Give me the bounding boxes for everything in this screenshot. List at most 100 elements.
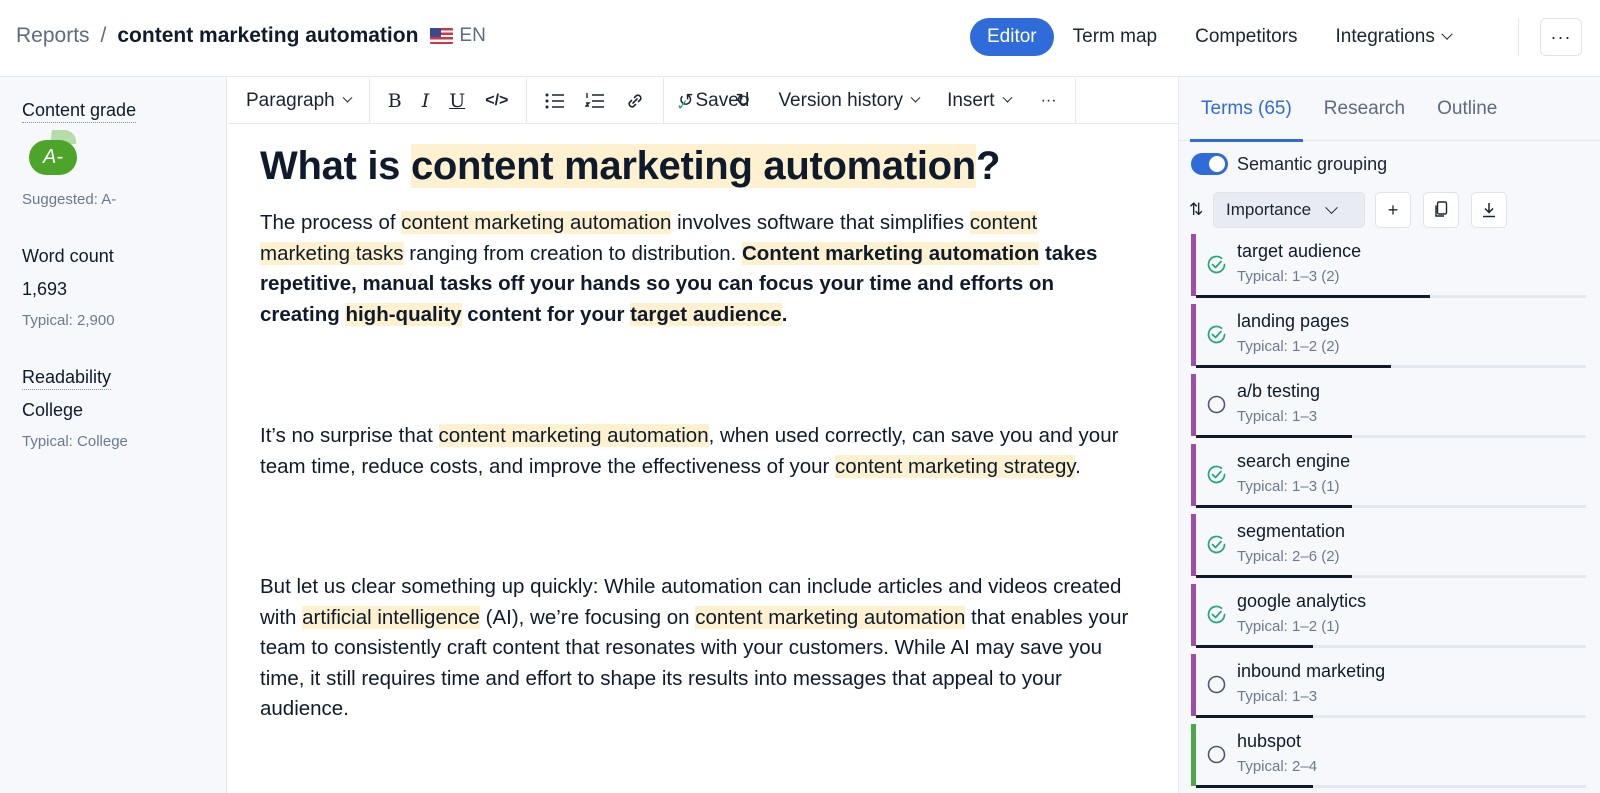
- top-bar: Reports / content marketing automation E…: [0, 0, 1600, 77]
- insert-dropdown[interactable]: Insert: [937, 84, 1021, 118]
- sort-icon[interactable]: ⇅: [1189, 200, 1211, 220]
- term-item[interactable]: landing pages Typical: 1–2 (2): [1191, 302, 1591, 372]
- toolbar-more-button[interactable]: ···: [1031, 84, 1067, 118]
- divider: [1518, 18, 1519, 56]
- insert-label: Insert: [947, 89, 995, 111]
- toolbar-group-format: Paragraph: [228, 77, 370, 124]
- version-history-dropdown[interactable]: Version history: [768, 84, 929, 118]
- numbered-list-icon: [585, 92, 605, 108]
- nav-term-map[interactable]: Term map: [1054, 18, 1176, 56]
- link-button[interactable]: [615, 84, 655, 118]
- word-count-typical: Typical: 2,900: [22, 312, 115, 329]
- term-usage-bar: [1196, 715, 1586, 718]
- heading-text: ?: [975, 144, 1001, 188]
- numbered-list-button[interactable]: [575, 84, 615, 118]
- readability-label[interactable]: Readability: [22, 367, 112, 390]
- check-circle-icon: [1206, 254, 1227, 275]
- term-group-stripe: [1191, 514, 1196, 576]
- term-typical: Typical: 1–3 (1): [1237, 478, 1340, 495]
- text: It’s no surprise that: [260, 424, 439, 447]
- term-item[interactable]: google analytics Typical: 1–2 (1): [1191, 582, 1591, 652]
- term-highlight: high-quality: [345, 302, 462, 326]
- term-usage-fill: [1196, 365, 1391, 368]
- word-count-label: Word count: [22, 246, 114, 266]
- term-usage-fill: [1196, 785, 1313, 788]
- language-label[interactable]: EN: [459, 25, 485, 47]
- check-circle-icon: [1206, 604, 1227, 625]
- empty-paragraph[interactable]: [260, 482, 1130, 572]
- term-usage-bar: [1196, 505, 1586, 508]
- term-typical: Typical: 1–3: [1237, 408, 1318, 425]
- chevron-down-icon: [1002, 92, 1013, 103]
- italic-button[interactable]: I: [412, 84, 440, 118]
- nav-term-map-label: Term map: [1072, 26, 1158, 47]
- paragraph-2[interactable]: It’s no surprise that content marketing …: [260, 421, 1130, 482]
- term-item[interactable]: a/b testing Typical: 1–3: [1191, 372, 1591, 442]
- term-item[interactable]: inbound marketing Typical: 1–3: [1191, 652, 1591, 722]
- term-usage-fill: [1196, 435, 1352, 438]
- chevron-down-icon: [342, 92, 353, 103]
- document-heading[interactable]: What is content marketing automation?: [260, 138, 1130, 194]
- term-name: segmentation: [1237, 521, 1346, 541]
- term-group-stripe: [1191, 304, 1196, 366]
- underline-button[interactable]: U: [439, 84, 475, 118]
- term-item[interactable]: hubspot Typical: 2–4: [1191, 722, 1591, 792]
- nav-competitors[interactable]: Competitors: [1176, 18, 1316, 56]
- term-typical: Typical: 1–2 (1): [1237, 618, 1340, 635]
- content-grade-badge: A-: [29, 130, 78, 179]
- term-usage-bar: [1196, 365, 1586, 368]
- paragraph-style-label: Paragraph: [246, 89, 335, 111]
- empty-circle-icon: [1206, 674, 1227, 695]
- term-usage-bar: [1196, 435, 1586, 438]
- text: .: [1075, 454, 1081, 478]
- heading-text: What is: [260, 144, 411, 188]
- semantic-grouping-toggle[interactable]: [1191, 153, 1228, 175]
- term-usage-fill: [1196, 295, 1430, 298]
- term-usage-fill: [1196, 505, 1352, 508]
- empty-paragraph[interactable]: [260, 330, 1130, 421]
- sort-select[interactable]: Importance: [1213, 192, 1365, 228]
- term-name: hubspot: [1237, 731, 1302, 751]
- tab-research[interactable]: Research: [1324, 77, 1405, 141]
- content-grade-label[interactable]: Content grade: [22, 100, 137, 123]
- term-typical: Typical: 1–3: [1237, 688, 1318, 705]
- term-usage-bar: [1196, 645, 1586, 648]
- bold-button[interactable]: B: [378, 84, 412, 118]
- paragraph-3[interactable]: But let us clear something up quickly: W…: [260, 572, 1130, 725]
- document[interactable]: What is content marketing automation? Th…: [260, 138, 1130, 725]
- add-term-button[interactable]: +: [1375, 192, 1411, 228]
- code-button[interactable]: </>: [475, 84, 518, 118]
- nav-editor-label: Editor: [987, 26, 1037, 47]
- term-group-stripe: [1191, 234, 1196, 296]
- readability-value: College: [22, 400, 84, 420]
- editor-canvas[interactable]: What is content marketing automation? Th…: [228, 124, 1178, 793]
- bulleted-list-button[interactable]: [535, 84, 575, 118]
- tab-outline[interactable]: Outline: [1437, 77, 1497, 141]
- chevron-down-icon: [910, 92, 921, 103]
- term-item[interactable]: target audience Typical: 1–3 (2): [1191, 232, 1591, 302]
- sort-select-value: Importance: [1226, 200, 1312, 219]
- word-count-value: 1,693: [22, 279, 68, 299]
- paragraph-style-dropdown[interactable]: Paragraph: [236, 84, 361, 118]
- term-item[interactable]: search engine Typical: 1–3 (1): [1191, 442, 1591, 512]
- redo-icon[interactable]: ↻: [735, 90, 750, 111]
- more-options-button[interactable]: ···: [1540, 18, 1582, 56]
- breadcrumb-separator: /: [100, 24, 107, 47]
- term-item[interactable]: segmentation Typical: 2–6 (2): [1191, 512, 1591, 582]
- term-highlight: content marketing automation: [401, 211, 672, 234]
- check-circle-icon: [1206, 324, 1227, 345]
- version-history-label: Version history: [778, 89, 904, 111]
- nav-integrations[interactable]: Integrations: [1317, 18, 1470, 56]
- paragraph-1[interactable]: The process of content marketing automat…: [260, 208, 1130, 330]
- nav-editor[interactable]: Editor: [970, 18, 1054, 56]
- copy-terms-button[interactable]: [1423, 192, 1459, 228]
- breadcrumb-reports-link[interactable]: Reports: [16, 24, 90, 48]
- right-panel: Terms (65) Research Outline Semantic gro…: [1178, 77, 1600, 793]
- term-filter-row: ⇅ Importance +: [1189, 192, 1507, 228]
- term-name: a/b testing: [1237, 381, 1321, 401]
- empty-circle-icon: [1206, 744, 1227, 765]
- term-highlight: content marketing automation: [410, 144, 976, 188]
- tab-terms[interactable]: Terms (65): [1190, 77, 1303, 142]
- grade-value: A-: [29, 140, 77, 175]
- download-terms-button[interactable]: [1471, 192, 1507, 228]
